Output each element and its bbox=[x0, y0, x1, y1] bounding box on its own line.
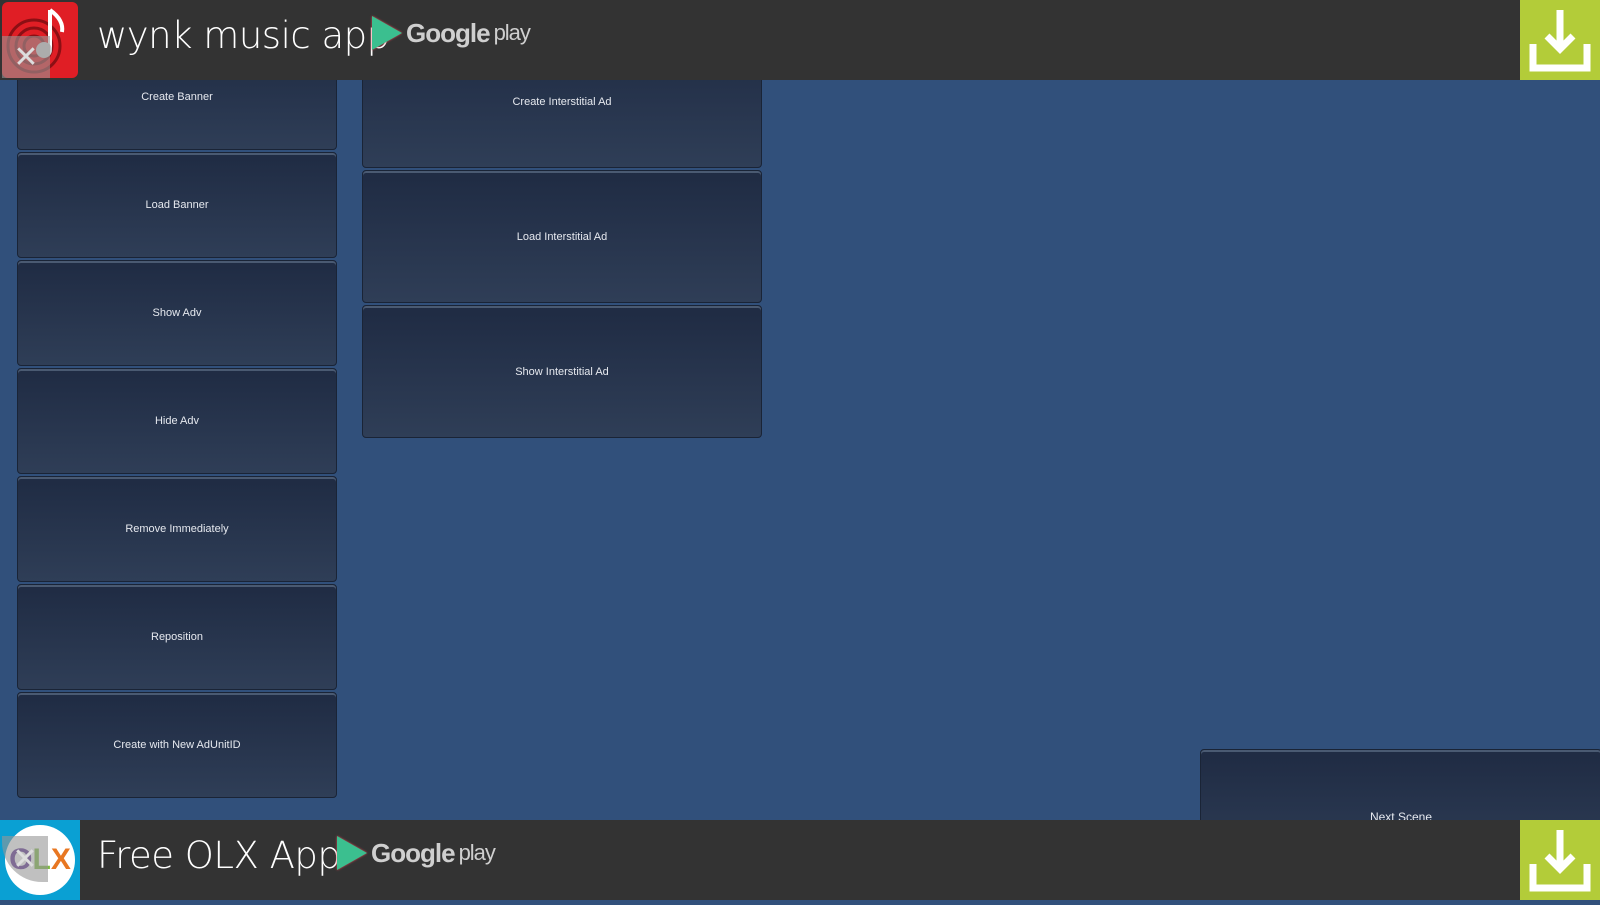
store-name: Google bbox=[406, 17, 491, 48]
google-play-icon bbox=[372, 16, 402, 50]
banner-action-button[interactable]: Hide Adv bbox=[17, 368, 337, 474]
google-play-icon bbox=[337, 836, 367, 870]
google-play-badge[interactable]: Google play bbox=[372, 16, 531, 50]
google-play-badge[interactable]: Google play bbox=[337, 836, 496, 870]
bottom-ad-banner[interactable]: OLX ✕ Free OLX App Googleplay bbox=[0, 820, 1600, 900]
banner-action-button[interactable]: Show Adv bbox=[17, 260, 337, 366]
ad-title: Free OLX App bbox=[97, 834, 341, 877]
ad-title: wynk music app bbox=[97, 14, 390, 57]
interstitial-action-button[interactable]: Load Interstitial Ad bbox=[362, 170, 762, 303]
banner-action-button[interactable]: Load Banner bbox=[17, 152, 337, 258]
banner-action-button[interactable]: Reposition bbox=[17, 584, 337, 690]
store-suffix: play bbox=[493, 20, 531, 45]
store-name: Google bbox=[371, 837, 456, 868]
banner-action-button[interactable]: Create with New AdUnitID bbox=[17, 692, 337, 798]
download-icon bbox=[1529, 10, 1591, 72]
top-ad-banner[interactable]: ✕ wynk music app Google play bbox=[0, 0, 1600, 80]
download-icon bbox=[1529, 830, 1591, 892]
store-suffix: play bbox=[458, 840, 496, 865]
banner-action-button[interactable]: Remove Immediately bbox=[17, 476, 337, 582]
interstitial-action-button[interactable]: Show Interstitial Ad bbox=[362, 305, 762, 438]
download-button[interactable] bbox=[1520, 820, 1600, 900]
close-ad-icon[interactable]: ✕ bbox=[2, 36, 50, 78]
download-button[interactable] bbox=[1520, 0, 1600, 80]
